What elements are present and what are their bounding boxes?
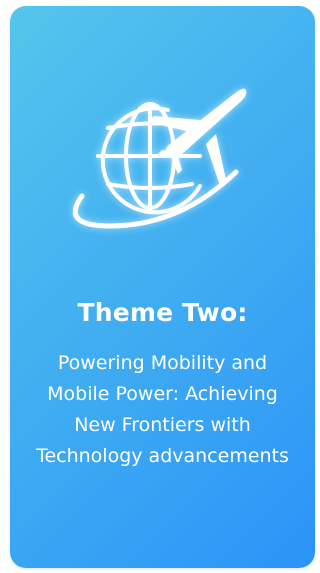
card-subtitle: Powering Mobility and Mobile Power: Achi…: [36, 352, 289, 467]
card-title: Theme Two:: [77, 298, 248, 327]
theme-card[interactable]: Theme Two: Powering Mobility and Mobile …: [10, 6, 315, 568]
globe-airplane-icon: [50, 76, 250, 246]
